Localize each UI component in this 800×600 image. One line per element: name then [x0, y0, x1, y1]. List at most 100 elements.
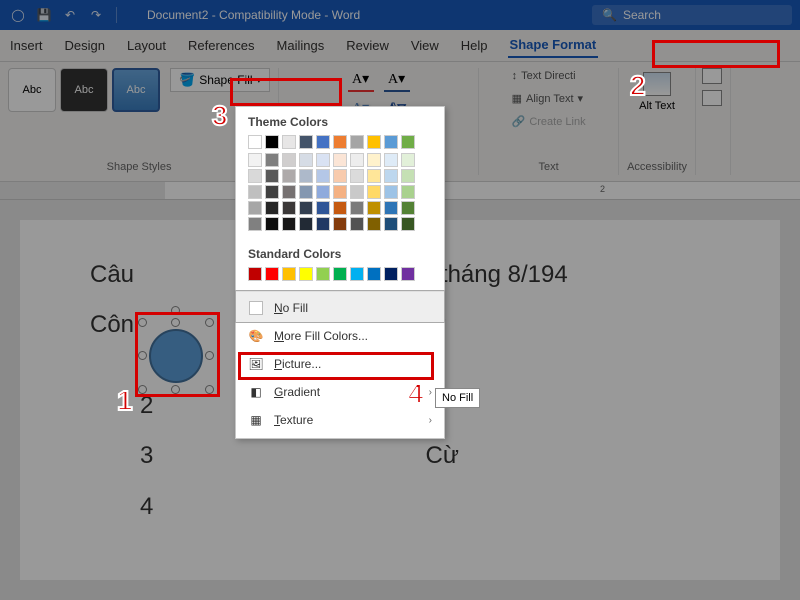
color-swatch[interactable] [350, 185, 364, 199]
resize-handle[interactable] [138, 318, 147, 327]
resize-handle[interactable] [205, 318, 214, 327]
wrap-text-icon[interactable] [702, 90, 722, 106]
color-swatch[interactable] [282, 169, 296, 183]
texture-fill-item[interactable]: ▦ Texture › [236, 406, 444, 438]
color-swatch[interactable] [265, 185, 279, 199]
color-swatch[interactable] [384, 201, 398, 215]
more-fill-colors-item[interactable]: 🎨 More Fill Colors... [236, 322, 444, 350]
undo-icon[interactable]: ↶ [60, 5, 80, 25]
alt-text-button[interactable]: Alt Text [631, 68, 683, 116]
align-text-button[interactable]: ▦Align Text▾ [508, 90, 587, 107]
color-swatch[interactable] [384, 135, 398, 149]
color-swatch[interactable] [401, 169, 415, 183]
color-swatch[interactable] [401, 135, 415, 149]
color-swatch[interactable] [367, 217, 381, 231]
text-outline-icon[interactable]: A▾ [384, 68, 410, 92]
autosave-icon[interactable]: ◯ [8, 5, 28, 25]
color-swatch[interactable] [367, 135, 381, 149]
tab-references[interactable]: References [186, 34, 256, 57]
color-swatch[interactable] [316, 217, 330, 231]
color-swatch[interactable] [350, 201, 364, 215]
text-direction-button[interactable]: ↕Text Directi [508, 68, 580, 84]
tab-help[interactable]: Help [459, 34, 490, 57]
color-swatch[interactable] [248, 201, 262, 215]
color-swatch[interactable] [299, 153, 313, 167]
tab-design[interactable]: Design [63, 34, 107, 57]
tab-layout[interactable]: Layout [125, 34, 168, 57]
resize-handle[interactable] [205, 351, 214, 360]
color-swatch[interactable] [248, 169, 262, 183]
color-swatch[interactable] [299, 267, 313, 281]
rotation-handle[interactable] [171, 306, 180, 315]
no-fill-item[interactable]: No Fill [236, 291, 444, 322]
shape-fill-button[interactable]: 🪣 Shape Fill ▾ [170, 68, 270, 92]
color-swatch[interactable] [350, 153, 364, 167]
resize-handle[interactable] [138, 351, 147, 360]
color-swatch[interactable] [333, 135, 347, 149]
color-swatch[interactable] [265, 135, 279, 149]
color-swatch[interactable] [316, 169, 330, 183]
tab-insert[interactable]: Insert [8, 34, 45, 57]
tab-mailings[interactable]: Mailings [275, 34, 327, 57]
color-swatch[interactable] [367, 185, 381, 199]
selected-circle-shape[interactable] [140, 320, 212, 392]
color-swatch[interactable] [248, 267, 262, 281]
color-swatch[interactable] [299, 169, 313, 183]
color-swatch[interactable] [367, 169, 381, 183]
color-swatch[interactable] [333, 217, 347, 231]
color-swatch[interactable] [384, 217, 398, 231]
color-swatch[interactable] [282, 217, 296, 231]
color-swatch[interactable] [248, 153, 262, 167]
resize-handle[interactable] [138, 385, 147, 394]
color-swatch[interactable] [299, 201, 313, 215]
text-fill-icon[interactable]: A▾ [348, 68, 374, 92]
color-swatch[interactable] [248, 217, 262, 231]
tab-view[interactable]: View [409, 34, 441, 57]
color-swatch[interactable] [384, 153, 398, 167]
color-swatch[interactable] [282, 153, 296, 167]
color-swatch[interactable] [316, 267, 330, 281]
color-swatch[interactable] [248, 185, 262, 199]
picture-fill-item[interactable]: 🖼 Picture... [236, 350, 444, 378]
color-swatch[interactable] [350, 217, 364, 231]
color-swatch[interactable] [384, 169, 398, 183]
gradient-fill-item[interactable]: ◧ Gradient › [236, 378, 444, 406]
color-swatch[interactable] [299, 135, 313, 149]
color-swatch[interactable] [248, 135, 262, 149]
shape-style-3[interactable]: Abc [112, 68, 160, 112]
color-swatch[interactable] [333, 267, 347, 281]
color-swatch[interactable] [384, 185, 398, 199]
color-swatch[interactable] [401, 153, 415, 167]
shape-style-2[interactable]: Abc [60, 68, 108, 112]
color-swatch[interactable] [401, 201, 415, 215]
color-swatch[interactable] [282, 267, 296, 281]
redo-icon[interactable]: ↷ [86, 5, 106, 25]
shape-style-1[interactable]: Abc [8, 68, 56, 112]
color-swatch[interactable] [367, 201, 381, 215]
tab-shape-format[interactable]: Shape Format [508, 33, 599, 58]
color-swatch[interactable] [350, 135, 364, 149]
color-swatch[interactable] [401, 217, 415, 231]
color-swatch[interactable] [282, 135, 296, 149]
resize-handle[interactable] [171, 318, 180, 327]
color-swatch[interactable] [333, 201, 347, 215]
color-swatch[interactable] [333, 185, 347, 199]
color-swatch[interactable] [316, 135, 330, 149]
color-swatch[interactable] [299, 217, 313, 231]
color-swatch[interactable] [350, 169, 364, 183]
color-swatch[interactable] [316, 153, 330, 167]
color-swatch[interactable] [265, 201, 279, 215]
color-swatch[interactable] [265, 153, 279, 167]
color-swatch[interactable] [384, 267, 398, 281]
color-swatch[interactable] [401, 267, 415, 281]
color-swatch[interactable] [282, 201, 296, 215]
color-swatch[interactable] [316, 185, 330, 199]
color-swatch[interactable] [265, 169, 279, 183]
tab-review[interactable]: Review [344, 34, 391, 57]
color-swatch[interactable] [401, 185, 415, 199]
color-swatch[interactable] [333, 153, 347, 167]
position-icon[interactable] [702, 68, 722, 84]
color-swatch[interactable] [299, 185, 313, 199]
color-swatch[interactable] [350, 267, 364, 281]
color-swatch[interactable] [367, 267, 381, 281]
